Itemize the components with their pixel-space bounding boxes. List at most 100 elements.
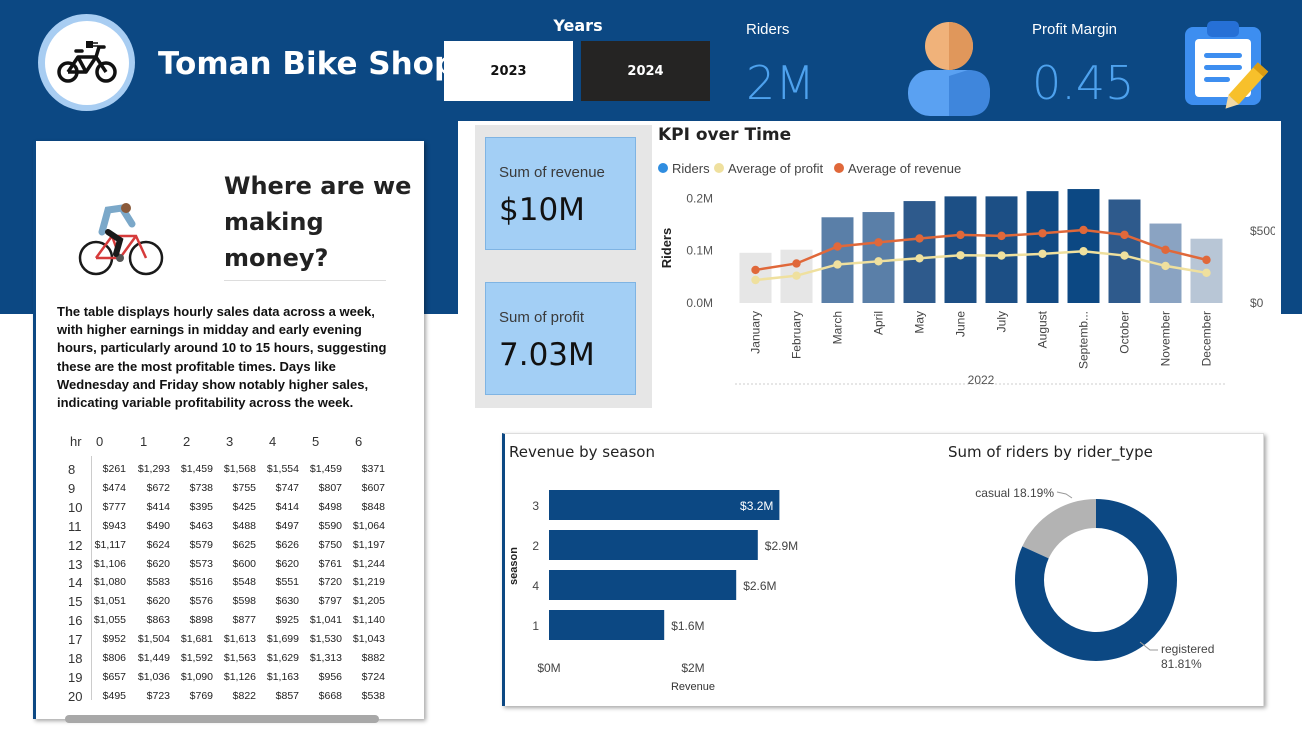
- legend-label: Riders: [672, 161, 710, 176]
- table-cell: $1,080: [93, 576, 126, 589]
- table-cell: $1,090: [180, 670, 213, 683]
- table-cell: $1,043: [352, 633, 385, 646]
- table-cell: $761: [318, 557, 342, 570]
- casual-leader-line: [1056, 491, 1073, 499]
- season-x-tick: $0M: [537, 661, 560, 675]
- table-row-label: 9: [68, 480, 76, 496]
- section-heading: Where are we making money?: [224, 172, 412, 272]
- table-divider: [91, 456, 92, 700]
- table-cell: $956: [318, 670, 342, 683]
- table-cell: $1,106: [93, 557, 126, 570]
- table-cell: $414: [275, 500, 299, 513]
- y-axis-label: Riders: [659, 228, 674, 268]
- y2-tick-label: $0: [1250, 296, 1264, 310]
- table-column-header: 2: [183, 434, 191, 449]
- x-tick-label: January: [749, 311, 763, 354]
- table-cell: $626: [275, 538, 299, 551]
- season-bar: [549, 530, 758, 560]
- table-cell: $395: [189, 500, 213, 513]
- logo-badge: [38, 14, 135, 111]
- profit-margin-kpi-label: Profit Margin: [1032, 21, 1118, 38]
- table-cell: $863: [146, 614, 170, 627]
- table-row-label: 14: [68, 575, 83, 591]
- table-row-label: 12: [68, 537, 83, 553]
- table-row-label: 20: [68, 688, 83, 702]
- hourly-sales-table[interactable]: hr 0 1 2 3 4 5 6 8 $261 $1,293 $1,459 $1,568 $1,554 $…: [60, 434, 388, 702]
- profit-point: [1038, 249, 1047, 259]
- table-cell: $1,126: [223, 670, 256, 683]
- table-cell: $1,563: [223, 652, 256, 664]
- table-cell: $1,205: [352, 595, 385, 608]
- revenue-by-season-chart[interactable]: 3 $3.2M 2 $2.9M 4 $2.6M 1 $1.6M $0M $2M Revenue sea…: [505, 470, 835, 698]
- table-cell: $720: [318, 576, 342, 589]
- table-row-label: 17: [68, 632, 83, 648]
- table-cell: $1,064: [352, 519, 385, 532]
- table-row-label: 11: [68, 518, 82, 534]
- x-tick-label: July: [995, 311, 1009, 332]
- table-cell: $474: [102, 481, 126, 494]
- table-cell: $738: [189, 481, 213, 494]
- x-tick-label: April: [872, 311, 886, 335]
- table-column-header: 3: [226, 434, 234, 449]
- season-x-tick: $2M: [681, 661, 704, 675]
- revenue-point: [1120, 230, 1129, 240]
- table-cell: $1,449: [137, 652, 170, 664]
- table-cell: $806: [102, 652, 126, 664]
- table-cell: $516: [189, 576, 213, 589]
- profit-point: [1161, 261, 1170, 271]
- season-bar: [549, 610, 665, 640]
- y2-tick-label: $500: [1250, 224, 1275, 238]
- profit-margin-kpi-value: 0.45: [1032, 56, 1135, 110]
- revenue-point: [956, 230, 965, 240]
- y-tick-label: 0.0M: [686, 296, 713, 310]
- table-cell: $497: [275, 519, 299, 532]
- table-cell: $657: [102, 670, 126, 683]
- y-tick-label: 0.2M: [686, 191, 713, 205]
- table-cell: $1,140: [352, 614, 385, 627]
- x-tick-label: March: [831, 311, 845, 344]
- table-column-header: 0: [96, 434, 104, 449]
- table-cell: $723: [146, 689, 170, 702]
- x-tick-label: June: [954, 311, 968, 337]
- table-cell: $495: [102, 689, 126, 702]
- table-cell: $1,530: [309, 633, 342, 646]
- season-data-label: $3.2M: [740, 499, 773, 513]
- table-cell: $1,459: [309, 463, 342, 475]
- table-cell: $822: [232, 689, 256, 702]
- table-column-header: 5: [312, 434, 320, 449]
- table-cell: $882: [361, 652, 385, 664]
- table-cell: $573: [189, 557, 213, 570]
- table-row-label: 19: [68, 669, 83, 685]
- legend-marker: [658, 163, 668, 173]
- table-cell: $1,681: [180, 633, 213, 646]
- x-tick-label: February: [790, 311, 804, 359]
- revenue-point: [833, 242, 842, 251]
- table-cell: $1,219: [352, 576, 385, 589]
- clipboard-pencil-icon: [1183, 17, 1287, 121]
- year-2024-button[interactable]: 2024: [581, 41, 710, 101]
- year-2023-button[interactable]: 2023: [444, 41, 573, 101]
- revenue-point: [915, 234, 924, 243]
- x-tick-label: May: [913, 311, 927, 334]
- table-cell: $1,568: [223, 463, 256, 475]
- profit-point: [956, 251, 965, 260]
- riders-bar: [903, 201, 936, 303]
- table-cell: $1,197: [352, 538, 385, 551]
- kpi-over-time-chart[interactable]: Riders Average of profit Average of revenu…: [655, 152, 1275, 397]
- rider-type-donut-chart[interactable]: casual 18.19% registered81.81%: [940, 470, 1260, 698]
- riders-kpi-value: 2M: [746, 56, 815, 110]
- revenue-point: [1202, 255, 1211, 265]
- table-cell: $576: [189, 595, 213, 608]
- profit-point: [1202, 268, 1211, 278]
- table-cell: $598: [232, 595, 256, 608]
- table-cell: $1,629: [266, 652, 299, 664]
- profit-point: [833, 260, 842, 269]
- revenue-point: [751, 265, 760, 275]
- section-description: The table displays hourly sales data acr…: [57, 304, 387, 411]
- riders-bar: [985, 196, 1018, 303]
- table-cell: $1,036: [137, 670, 170, 683]
- table-cell: $425: [232, 500, 256, 513]
- table-cell: $1,699: [266, 633, 299, 646]
- table-horizontal-scrollbar[interactable]: [65, 715, 379, 723]
- registered-percent-label: 81.81%: [1161, 657, 1202, 671]
